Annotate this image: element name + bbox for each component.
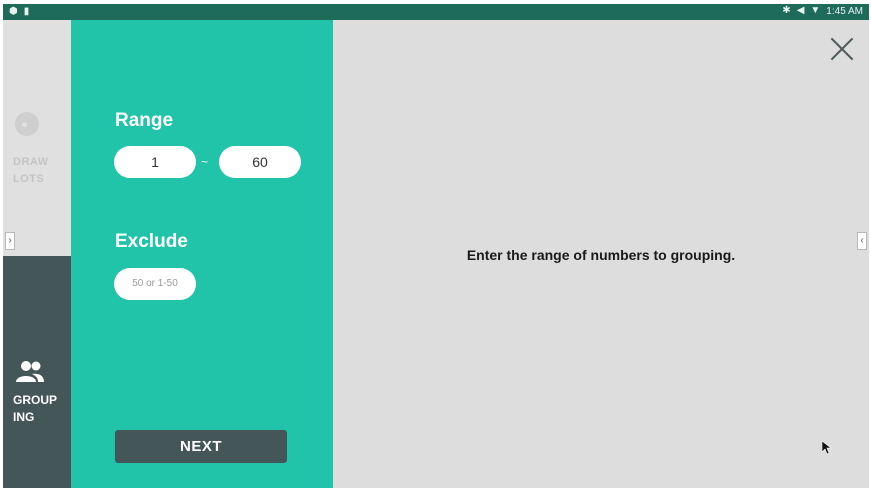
exclude-heading: Exclude [115,231,188,252]
shield-icon: ⬢ [9,6,18,17]
range-from-input[interactable]: 1 [114,146,196,178]
settings-panel: Range 1 ~ 60 Exclude 50 or 1-50 NEXT [71,20,333,488]
mode-sidebar: ● DRAW LOTS › GROUP ING [3,20,71,488]
range-separator: ~ [201,155,209,169]
volume-icon: ◀ [796,5,805,16]
wifi-icon: ▼ [810,5,821,16]
range-to-input[interactable]: 60 [219,146,301,178]
expand-right-handle[interactable]: ‹ [857,232,867,250]
draw-lots-icon: ● [15,112,39,136]
person-icon: ▮ [23,6,30,17]
draw-lots-label-line1: DRAW [13,156,49,168]
instruction-text: Enter the range of numbers to grouping. [466,247,736,263]
grouping-label-line1: GROUP [13,393,58,407]
main-area: Enter the range of numbers to grouping. … [333,20,869,488]
status-bar: ⬢ ▮ ✱ ◀ ▼ 1:45 AM [3,4,869,20]
close-icon[interactable] [829,36,855,62]
next-button[interactable]: NEXT [115,430,287,463]
bluetooth-icon: ✱ [782,5,791,16]
grouping-label-line2: ING [13,410,35,424]
exclude-input[interactable]: 50 or 1-50 [114,268,196,300]
rail-inactive-area [3,20,71,256]
range-heading: Range [115,110,174,131]
expand-left-handle[interactable]: › [5,232,15,250]
group-people-icon [16,361,44,382]
app-screen: ● DRAW LOTS › GROUP ING Range 1 ~ 60 Exc… [3,20,869,488]
draw-lots-label-line2: LOTS [13,173,45,185]
mouse-cursor-icon [822,441,832,455]
clock: 1:45 AM [826,5,863,17]
